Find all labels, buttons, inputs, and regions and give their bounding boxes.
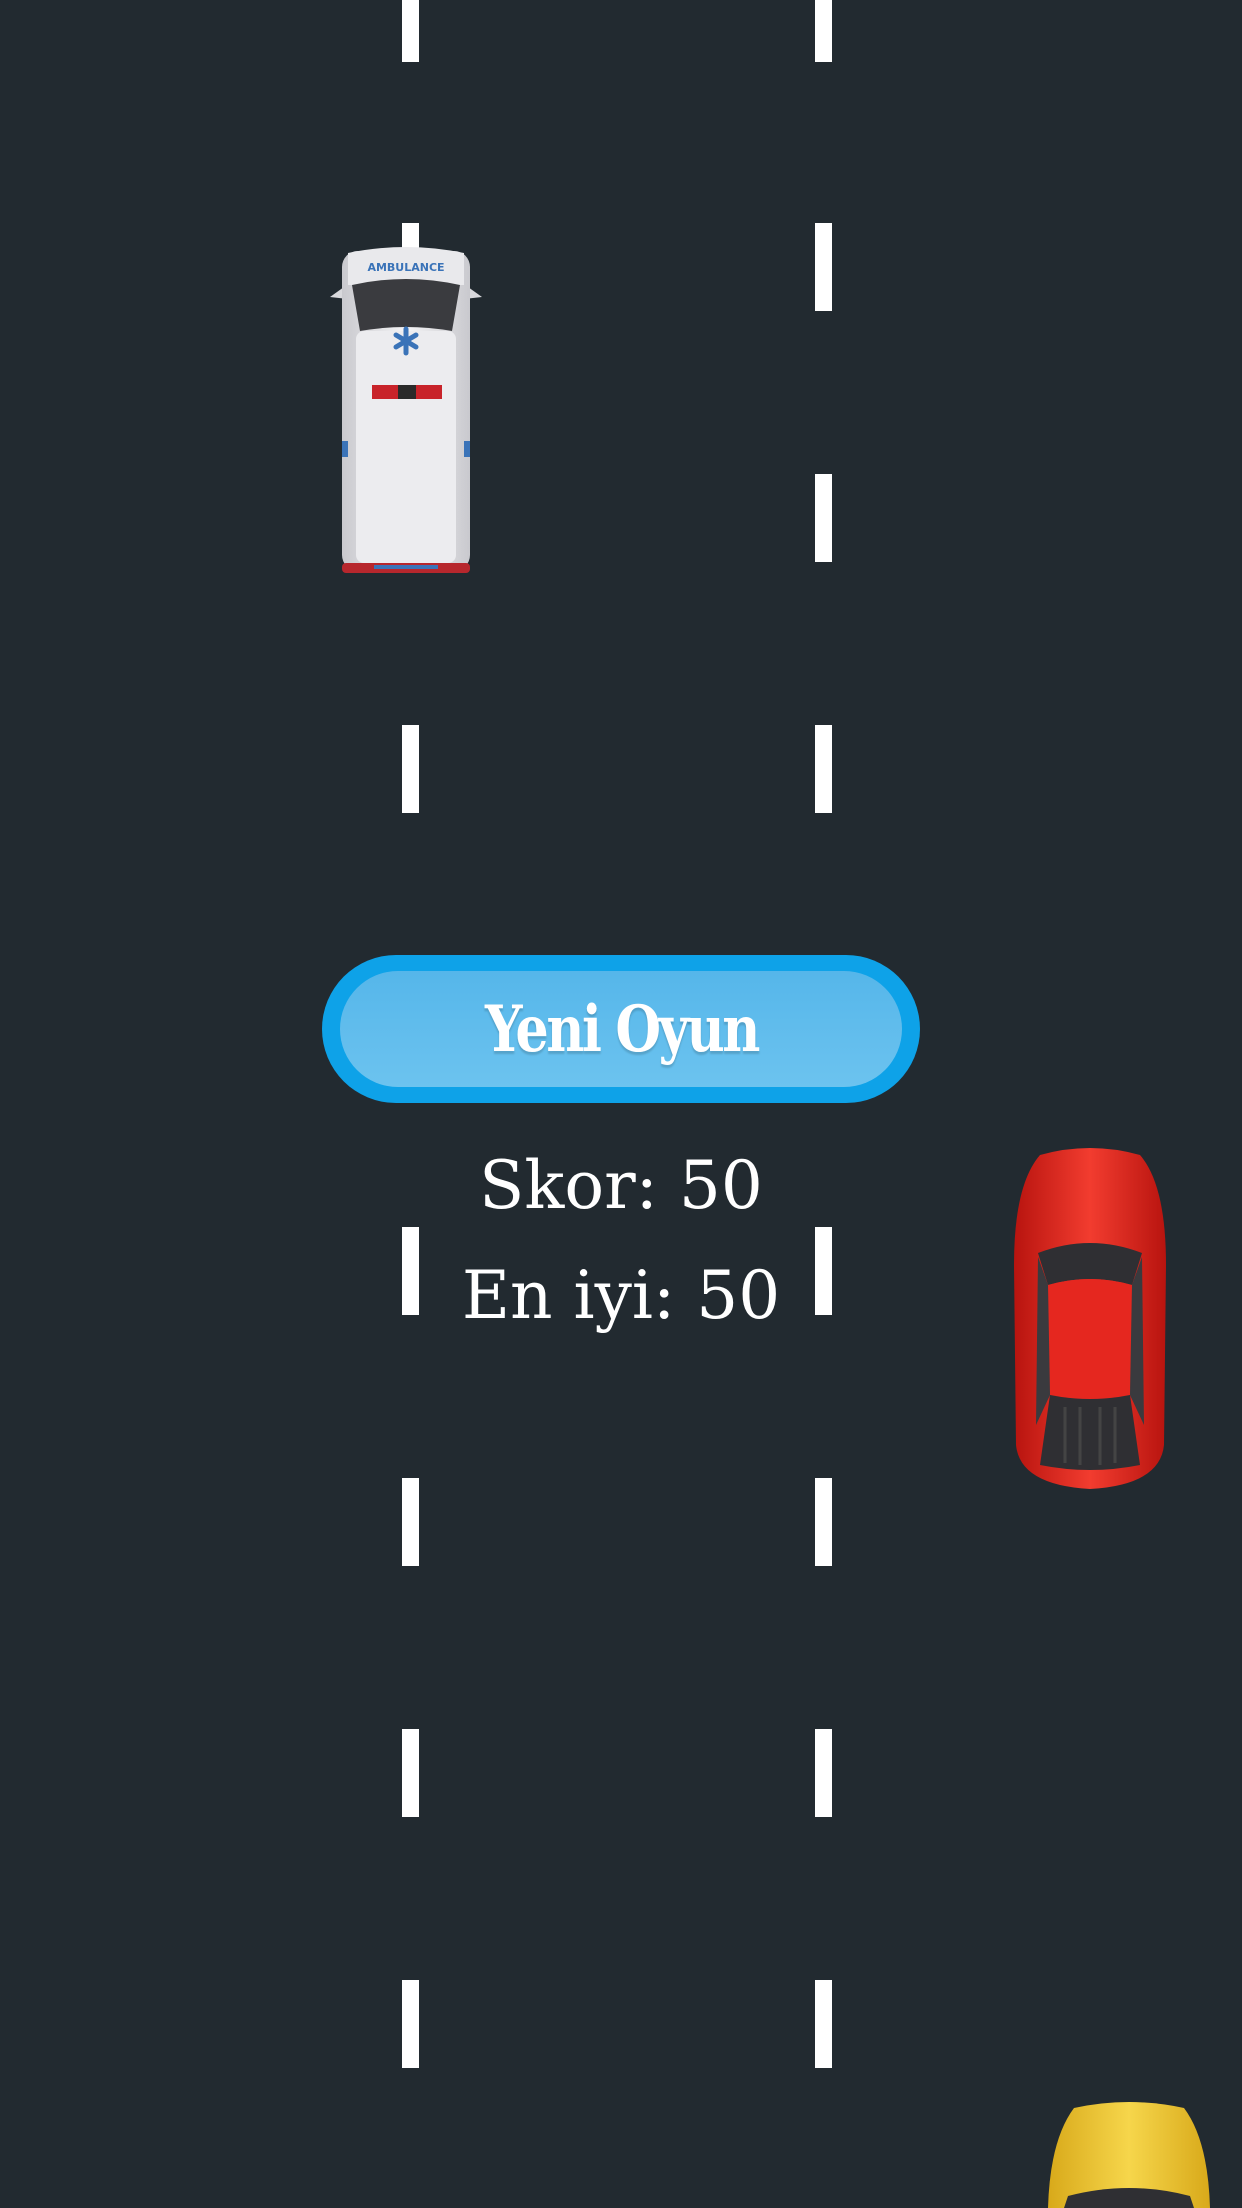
lane-marking	[815, 725, 832, 813]
lane-marking	[402, 1729, 419, 1817]
lane-marking	[815, 0, 832, 62]
lane-marking	[815, 1980, 832, 2068]
lane-marking	[402, 1478, 419, 1566]
lane-marking	[402, 1980, 419, 2068]
road	[0, 0, 1242, 2208]
ambulance-icon: AMBULANCE	[330, 247, 482, 573]
new-game-button-face[interactable]: Yeni Oyun	[340, 971, 902, 1087]
best-score-label: En iyi: 50	[461, 1257, 781, 1334]
yellow-car	[1044, 2100, 1214, 2208]
lane-marking	[815, 474, 832, 562]
svg-text:AMBULANCE: AMBULANCE	[367, 261, 444, 274]
score-label: Skor: 50	[479, 1147, 763, 1224]
lane-marking	[815, 223, 832, 311]
lane-marking	[815, 1478, 832, 1566]
yellow-car-icon	[1048, 2102, 1210, 2208]
lane-marking	[402, 0, 419, 62]
new-game-button[interactable]: Yeni Oyun	[322, 955, 920, 1103]
lane-marking	[402, 725, 419, 813]
ambulance: AMBULANCE	[322, 245, 490, 577]
lane-marking	[815, 1729, 832, 1817]
new-game-button-label: Yeni Oyun	[484, 991, 759, 1067]
